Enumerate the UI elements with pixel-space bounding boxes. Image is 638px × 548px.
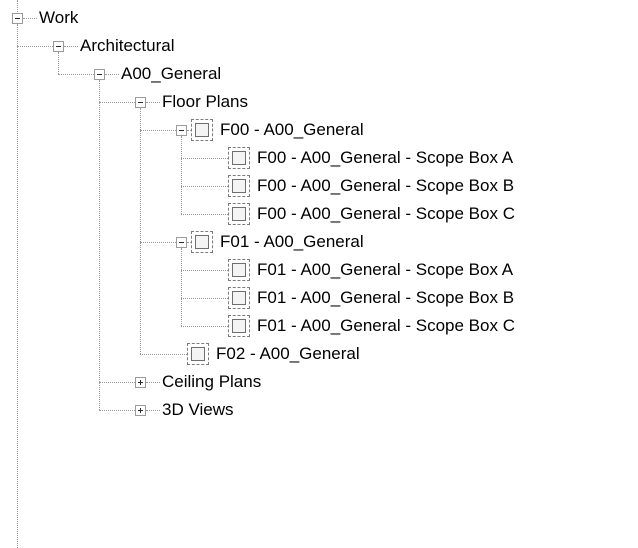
tree-node-label-f00-a00-general-scope-box-a[interactable]: F00 - A00_General - Scope Box A: [257, 144, 513, 172]
view-icon: [228, 203, 250, 225]
tree-connector: [181, 186, 228, 187]
tree-node-label-floor-plans[interactable]: Floor Plans: [162, 88, 248, 116]
tree-connector: [140, 108, 141, 354]
view-icon: [228, 147, 250, 169]
collapse-toggle[interactable]: [12, 13, 23, 24]
collapse-toggle[interactable]: [53, 41, 64, 52]
tree-node-label-f01-a00-general-scope-box-b[interactable]: F01 - A00_General - Scope Box B: [257, 284, 514, 312]
tree-connector: [105, 74, 119, 75]
tree-connector: [146, 410, 160, 411]
view-icon: [187, 343, 209, 365]
tree-node-label-f00-a00-general[interactable]: F00 - A00_General: [220, 116, 364, 144]
tree-node-label-architectural[interactable]: Architectural: [80, 32, 174, 60]
tree-node-label-3d-views[interactable]: 3D Views: [162, 396, 234, 424]
tree-connector: [58, 74, 94, 75]
tree-connector: [99, 102, 135, 103]
view-icon: [228, 315, 250, 337]
collapse-toggle[interactable]: [176, 237, 187, 248]
tree-connector: [17, 24, 18, 548]
tree-connector: [99, 80, 100, 410]
view-icon: [228, 259, 250, 281]
tree-node-label-f00-a00-general-scope-box-b[interactable]: F00 - A00_General - Scope Box B: [257, 172, 514, 200]
collapse-toggle[interactable]: [176, 125, 187, 136]
tree-connector: [23, 18, 37, 19]
tree-connector: [64, 46, 78, 47]
tree-connector: [181, 270, 228, 271]
tree-connector: [17, 0, 18, 12]
tree-connector: [181, 248, 182, 326]
expand-toggle[interactable]: [135, 377, 146, 388]
collapse-toggle[interactable]: [94, 69, 105, 80]
tree-connector: [181, 136, 182, 214]
tree-connector: [181, 158, 228, 159]
collapse-toggle[interactable]: [135, 97, 146, 108]
tree-node-label-f01-a00-general-scope-box-c[interactable]: F01 - A00_General - Scope Box C: [257, 312, 515, 340]
tree-connector: [146, 382, 160, 383]
tree-connector: [181, 326, 228, 327]
view-icon: [228, 175, 250, 197]
project-browser-tree: Work Architectural A00_General Floor Plans F…: [0, 0, 638, 548]
tree-connector: [140, 242, 176, 243]
view-icon: [191, 231, 213, 253]
tree-node-label-f01-a00-general[interactable]: F01 - A00_General: [220, 228, 364, 256]
tree-node-label-f00-a00-general-scope-box-c[interactable]: F00 - A00_General - Scope Box C: [257, 200, 515, 228]
tree-node-label-a00-general[interactable]: A00_General: [121, 60, 221, 88]
tree-node-label-f01-a00-general-scope-box-a[interactable]: F01 - A00_General - Scope Box A: [257, 256, 513, 284]
tree-connector: [99, 410, 135, 411]
tree-node-label-f02-a00-general[interactable]: F02 - A00_General: [216, 340, 360, 368]
tree-connector: [146, 102, 160, 103]
view-icon: [228, 287, 250, 309]
tree-connector: [140, 130, 176, 131]
tree-connector: [17, 46, 53, 47]
tree-connector: [140, 354, 187, 355]
tree-connector: [99, 382, 135, 383]
tree-node-label-work[interactable]: Work: [39, 4, 78, 32]
tree-connector: [58, 52, 59, 74]
tree-node-label-ceiling-plans[interactable]: Ceiling Plans: [162, 368, 261, 396]
expand-toggle[interactable]: [135, 405, 146, 416]
tree-connector: [181, 214, 228, 215]
view-icon: [191, 119, 213, 141]
tree-connector: [181, 298, 228, 299]
